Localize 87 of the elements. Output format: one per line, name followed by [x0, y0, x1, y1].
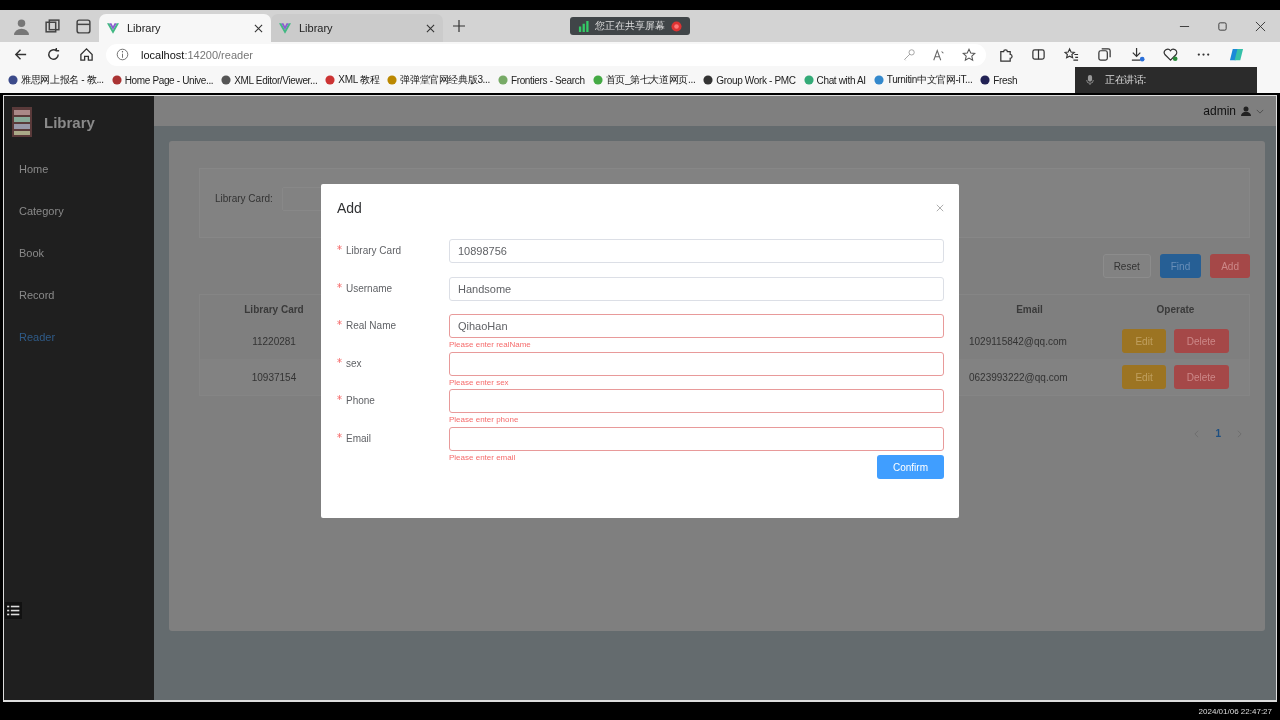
bookmark-label: XML 教程 — [338, 73, 380, 87]
site-icon — [703, 75, 714, 85]
error-message: Please enter email — [449, 451, 517, 464]
back-icon[interactable] — [13, 47, 28, 62]
error-message: Please enter sex — [449, 376, 510, 389]
signal-icon — [578, 20, 589, 32]
field-label: Phone — [337, 389, 449, 427]
input-field[interactable]: QihaoHan — [449, 314, 944, 338]
download-icon[interactable] — [1130, 47, 1145, 62]
bookshelf-icon — [12, 107, 32, 137]
site-icon — [803, 75, 814, 85]
field-label: Library Card — [337, 239, 449, 277]
maximize-icon[interactable] — [1217, 20, 1228, 32]
profile-icon[interactable] — [13, 17, 30, 35]
microphone-icon — [1085, 74, 1095, 86]
dialog-title: Add — [337, 200, 362, 216]
bookmark-label: Fresh — [993, 74, 1018, 86]
app-title: Library — [44, 113, 95, 131]
error-message: Please enter realName — [449, 339, 532, 351]
table-cell-text: 10937154 — [250, 371, 298, 383]
bookmark[interactable]: Chat with AI — [803, 74, 866, 86]
site-icon — [980, 75, 991, 85]
site-icon — [325, 75, 336, 85]
site-icon — [387, 75, 398, 85]
action-button[interactable]: Reset — [1102, 254, 1151, 278]
browser-tab[interactable]: Library — [99, 14, 271, 42]
timestamp: 2024/01/06 22:47:27 — [1198, 706, 1272, 716]
speaking-label: 正在讲话: — [1105, 73, 1147, 87]
close-tab-icon[interactable] — [426, 23, 435, 33]
close-tab-icon[interactable] — [254, 23, 263, 33]
nav-item[interactable]: Category — [4, 190, 154, 232]
stop-share-icon[interactable] — [671, 20, 682, 32]
site-icon — [873, 75, 884, 85]
info-icon[interactable] — [116, 48, 129, 61]
share-text: 您正在共享屏幕 — [595, 19, 665, 33]
collections-icon[interactable] — [1097, 47, 1112, 62]
new-tab-icon[interactable] — [453, 20, 465, 32]
bookmark[interactable]: Fresh — [980, 74, 1018, 86]
tab-title: Library — [299, 22, 334, 34]
browser-tab[interactable]: Library — [271, 14, 443, 42]
column-header: Email — [1015, 303, 1044, 315]
user-name[interactable]: admin — [1203, 104, 1236, 118]
puzzle-icon[interactable] — [998, 47, 1013, 62]
user-icon[interactable] — [1241, 106, 1251, 116]
home-icon[interactable] — [79, 47, 94, 62]
close-icon[interactable] — [1255, 20, 1266, 32]
split-screen-icon[interactable] — [1031, 47, 1046, 62]
site-icon — [8, 75, 18, 85]
field-label: sex — [337, 351, 449, 389]
error-message: Please enter phone — [449, 414, 520, 426]
site-icon — [221, 75, 232, 85]
site-icon — [592, 75, 603, 85]
star-icon[interactable] — [962, 47, 976, 62]
read-aloud-icon[interactable] — [932, 47, 946, 62]
input-field[interactable]: 10898756 — [449, 239, 944, 263]
bookmark[interactable]: XML 教程 — [325, 73, 380, 87]
field-label: Email — [337, 426, 449, 464]
copilot-icon[interactable] — [1229, 47, 1244, 62]
nav-item[interactable]: Home — [4, 148, 154, 190]
heart-icon[interactable] — [1163, 47, 1178, 62]
bookmark-label: Chat with AI — [816, 74, 866, 86]
site-icon — [111, 75, 122, 85]
site-icon — [497, 75, 508, 85]
field-label: Username — [337, 276, 449, 314]
workspaces-icon[interactable] — [44, 17, 61, 35]
nav-item[interactable]: Record — [4, 274, 154, 316]
nav-item[interactable]: Book — [4, 232, 154, 274]
table-cell-text: 1029115842@qq.com — [968, 335, 1068, 347]
column-header: Operate — [1155, 303, 1196, 315]
refresh-icon[interactable] — [46, 47, 61, 62]
input-field[interactable] — [449, 426, 944, 451]
search-label: Library Card: — [215, 192, 273, 206]
vue-logo-icon — [279, 22, 291, 34]
column-header: Library Card — [243, 303, 305, 315]
vue-logo-icon — [107, 22, 119, 34]
favorites-icon[interactable] — [1064, 47, 1079, 62]
list-icon[interactable] — [5, 602, 22, 619]
tab-title: Library — [127, 22, 162, 34]
field-label: Real Name — [337, 314, 449, 352]
input-field[interactable] — [449, 351, 944, 376]
address-bar[interactable]: localhost:14200/reader — [106, 43, 986, 66]
tab-actions-icon[interactable] — [75, 17, 92, 35]
input-field[interactable]: Handsome — [449, 276, 944, 301]
url-text: localhost:14200/reader — [141, 48, 253, 61]
table-cell-text: 11220281 — [251, 335, 297, 347]
table-cell-text: 0623993222@qq.com — [968, 371, 1069, 383]
input-field[interactable] — [449, 389, 944, 413]
